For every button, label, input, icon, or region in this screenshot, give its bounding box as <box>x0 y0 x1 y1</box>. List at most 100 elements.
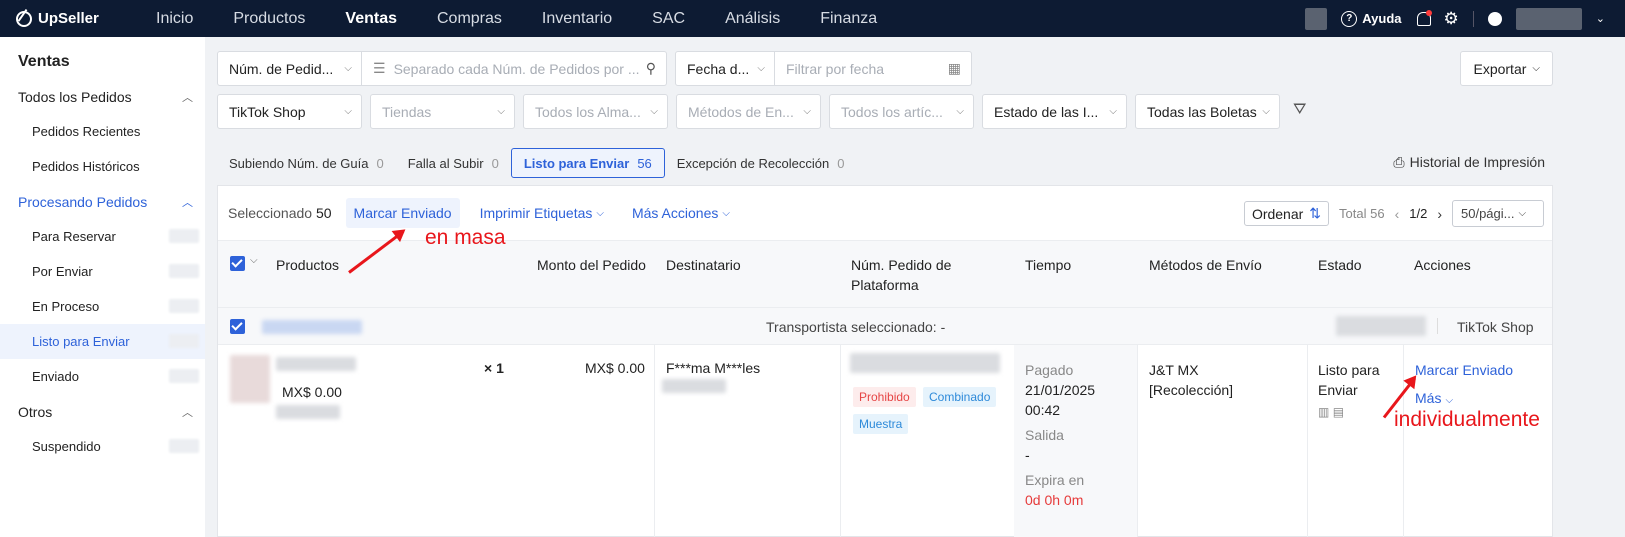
annotation-single: individualmente <box>1394 408 1540 431</box>
nav-compras[interactable]: Compras <box>437 10 502 28</box>
redacted-icon[interactable] <box>1305 7 1328 30</box>
user-name-redacted[interactable] <box>1515 7 1582 30</box>
chevron-down-icon[interactable]: ⌄ <box>1596 12 1605 25</box>
order-row: MX$ 0.00 × 1 MX$ 0.00 F***ma M***les Pro… <box>218 345 1552 537</box>
sidebar-item-listo-para-enviar[interactable]: Listo para Enviar <box>0 324 205 359</box>
order-number-select[interactable]: Núm. de Pedid... ⌵ <box>217 51 362 86</box>
next-page-icon[interactable]: › <box>1437 206 1442 222</box>
row-mark-shipped-button[interactable]: Marcar Enviado <box>1415 360 1513 380</box>
group-platform: TikTok Shop <box>1457 319 1534 335</box>
column-divider <box>654 345 655 537</box>
order-number-input[interactable]: ☰ Separado cada Núm. de Pedidos por ... … <box>362 51 667 86</box>
chevron-down-icon: ⌵ <box>344 63 352 74</box>
search-icon[interactable]: ⚲ <box>646 60 656 77</box>
product-image[interactable] <box>230 355 270 403</box>
time-cell: Pagado 21/01/2025 00:42 Salida - Expira … <box>1014 345 1137 537</box>
sidebar-item-suspendido[interactable]: Suspendido <box>0 429 205 464</box>
main-content: Núm. de Pedid... ⌵ ☰ Separado cada Núm. d… <box>217 37 1553 537</box>
sidebar-group-todos[interactable]: Todos los Pedidos ︿ <box>0 79 205 114</box>
barcode-icon[interactable]: ▥ <box>1318 405 1329 419</box>
filter-row-2: TikTok Shop ⌵ Tiendas ⌵ Todos los Alma... ⌵… <box>217 94 1280 129</box>
export-button[interactable]: Exportar ⌵ <box>1460 51 1553 86</box>
gear-icon[interactable]: ⚙ <box>1444 9 1459 29</box>
count-redacted <box>169 264 199 278</box>
shipping-method: J&T MX [Recolección] <box>1149 360 1233 400</box>
select-all-checkbox[interactable] <box>230 256 245 271</box>
tab-falla[interactable]: Falla al Subir 0 <box>396 148 511 178</box>
help-button[interactable]: ? Ayuda <box>1341 10 1402 27</box>
expires-label: Expira en <box>1025 472 1085 488</box>
total-count: Total 56 <box>1339 206 1385 221</box>
tab-subiendo[interactable]: Subiendo Núm. de Guía 0 <box>217 148 396 178</box>
stores-select[interactable]: Tiendas ⌵ <box>370 94 515 129</box>
chevron-down-icon: ⌵ <box>650 106 658 117</box>
recipient-name: F***ma M***les <box>666 360 761 376</box>
row-actions: Marcar Enviado Más ⌵ <box>1415 360 1513 411</box>
sidebar-item-por-enviar[interactable]: Por Enviar <box>0 254 205 289</box>
count-redacted <box>169 229 199 243</box>
nav-analisis[interactable]: Análisis <box>725 10 780 28</box>
top-right-tools: ? Ayuda ⚙ ⌄ <box>1305 0 1605 37</box>
more-actions-button[interactable]: Más Acciones ⌵ <box>624 198 738 228</box>
time-details: Pagado 21/01/2025 00:42 Salida - Expira … <box>1025 360 1095 510</box>
nav-productos[interactable]: Productos <box>233 10 305 28</box>
col-productos: Productos <box>276 257 340 273</box>
orders-panel: Seleccionado 50 Marcar Enviado Imprimir … <box>217 185 1553 537</box>
redacted-package-id <box>262 320 362 334</box>
filter-icon[interactable]: ⛛ <box>1293 101 1306 119</box>
tag-muestra: Muestra <box>853 414 909 434</box>
sidebar-item-enviado[interactable]: Enviado <box>0 359 205 394</box>
tab-excepcion[interactable]: Excepción de Recolección 0 <box>665 148 857 178</box>
nav-sac[interactable]: SAC <box>652 10 685 28</box>
column-divider <box>840 345 841 537</box>
tab-listo-para-enviar[interactable]: Listo para Enviar 56 <box>510 148 665 178</box>
sidebar-item-para-reservar[interactable]: Para Reservar <box>0 219 205 254</box>
status-icons: ▥ ▤ <box>1318 402 1379 422</box>
shipping-methods-select[interactable]: Métodos de En... ⌵ <box>676 94 821 129</box>
calendar-icon: ▦ <box>947 60 961 76</box>
bulk-mark-shipped-button[interactable]: Marcar Enviado <box>345 198 460 228</box>
column-divider <box>1307 345 1308 537</box>
sidebar-item-pedidos-historicos[interactable]: Pedidos Históricos <box>0 149 205 184</box>
date-input[interactable]: Filtrar por fecha ▦ <box>775 51 972 86</box>
platform-select[interactable]: TikTok Shop ⌵ <box>217 94 362 129</box>
app-logo[interactable]: UpSeller <box>16 10 126 27</box>
order-number-filter: Núm. de Pedid... ⌵ ☰ Separado cada Núm. d… <box>217 51 667 86</box>
chevron-down-icon[interactable]: ⌵ <box>250 255 258 266</box>
nav-inicio[interactable]: Inicio <box>156 10 193 28</box>
package-group-row: Transportista seleccionado: - TikTok Sho… <box>218 307 1552 345</box>
document-icon[interactable]: ▤ <box>1333 405 1344 419</box>
status-select[interactable]: Estado de las I... ⌵ <box>982 94 1127 129</box>
order-status: Listo para Enviar ▥ ▤ <box>1318 360 1379 422</box>
sidebar-title: Ventas <box>18 53 70 70</box>
chevron-down-icon: ⌵ <box>1109 106 1117 117</box>
redacted-platform-order-number[interactable] <box>850 353 1000 373</box>
sidebar-group-otros[interactable]: Otros ︿ <box>0 394 205 429</box>
filter-row-1: Núm. de Pedid... ⌵ ☰ Separado cada Núm. d… <box>217 51 972 86</box>
warehouses-select[interactable]: Todos los Alma... ⌵ <box>523 94 668 129</box>
nav-ventas[interactable]: Ventas <box>345 10 397 28</box>
prev-page-icon[interactable]: ‹ <box>1395 206 1400 222</box>
sidebar-item-en-proceso[interactable]: En Proceso <box>0 289 205 324</box>
chevron-down-icon: ⌵ <box>1445 395 1454 406</box>
top-bar: UpSeller Inicio Productos Ventas Compras… <box>0 0 1625 37</box>
print-labels-button[interactable]: Imprimir Etiquetas ⌵ <box>472 198 612 228</box>
sort-button[interactable]: Ordenar ⇅ <box>1243 201 1330 226</box>
sidebar-group-procesando[interactable]: Procesando Pedidos ︿ <box>0 184 205 219</box>
main-nav: Inicio Productos Ventas Compras Inventar… <box>156 10 917 28</box>
print-history-link[interactable]: ⎙ Historial de Impresión <box>1393 154 1545 171</box>
nav-finanza[interactable]: Finanza <box>820 10 877 28</box>
nav-inventario[interactable]: Inventario <box>542 10 612 28</box>
status-line-1: Listo para <box>1318 362 1380 378</box>
date-type-select[interactable]: Fecha d... ⌵ <box>675 51 775 86</box>
sidebar-item-pedidos-recientes[interactable]: Pedidos Recientes <box>0 114 205 149</box>
bell-icon[interactable] <box>1416 9 1432 27</box>
user-icon[interactable] <box>1487 11 1502 26</box>
group-checkbox[interactable] <box>230 319 245 334</box>
tag-prohibido: Prohibido <box>853 387 916 407</box>
selected-count: Seleccionado 50 <box>228 205 332 221</box>
per-page-select[interactable]: 50/pági... ⌵ <box>1452 200 1544 227</box>
invoices-select[interactable]: Todas las Boletas ⌵ <box>1135 94 1280 129</box>
redacted-product-name[interactable] <box>276 357 356 371</box>
items-select[interactable]: Todos los artíc... ⌵ <box>829 94 974 129</box>
